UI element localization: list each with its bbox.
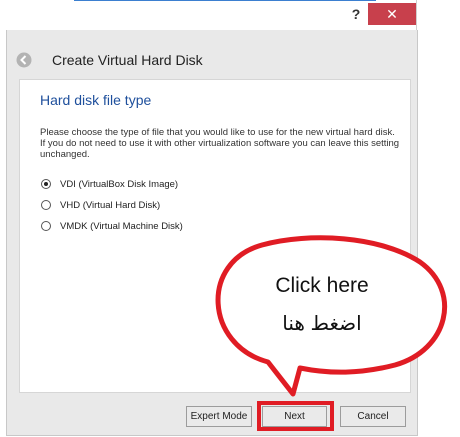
radio-button-vhd[interactable] (41, 200, 51, 210)
wizard-header: Create Virtual Hard Disk (7, 44, 417, 78)
radio-label-vdi: VDI (VirtualBox Disk Image) (60, 178, 179, 190)
titlebar-accent-line (74, 0, 376, 1)
wizard-window: Create Virtual Hard Disk Hard disk file … (6, 30, 418, 436)
callout-text-english: Click here (275, 274, 369, 297)
window-titlebar: ? ✕ (6, 0, 417, 30)
close-button[interactable]: ✕ (368, 3, 416, 25)
next-button-highlight (257, 401, 334, 431)
wizard-content-panel: Hard disk file type Please choose the ty… (19, 79, 411, 393)
back-arrow-icon[interactable] (16, 52, 32, 68)
radio-button-vmdk[interactable] (41, 221, 51, 231)
section-title: Hard disk file type (40, 92, 152, 108)
wizard-title: Create Virtual Hard Disk (52, 52, 203, 68)
description-text: Please choose the type of file that you … (40, 127, 400, 160)
radio-label-vmdk: VMDK (Virtual Machine Disk) (60, 220, 183, 232)
cancel-button[interactable]: Cancel (340, 406, 406, 427)
radio-label-vhd: VHD (Virtual Hard Disk) (60, 199, 161, 211)
radio-option-vmdk[interactable]: VMDK (Virtual Machine Disk) (41, 219, 183, 233)
callout-text-arabic: اضغط هنا (282, 313, 362, 335)
help-button[interactable]: ? (343, 3, 369, 25)
expert-mode-button[interactable]: Expert Mode (186, 406, 252, 427)
radio-button-vdi[interactable] (41, 179, 51, 189)
radio-option-vhd[interactable]: VHD (Virtual Hard Disk) (41, 198, 160, 212)
radio-option-vdi[interactable]: VDI (VirtualBox Disk Image) (41, 177, 178, 191)
